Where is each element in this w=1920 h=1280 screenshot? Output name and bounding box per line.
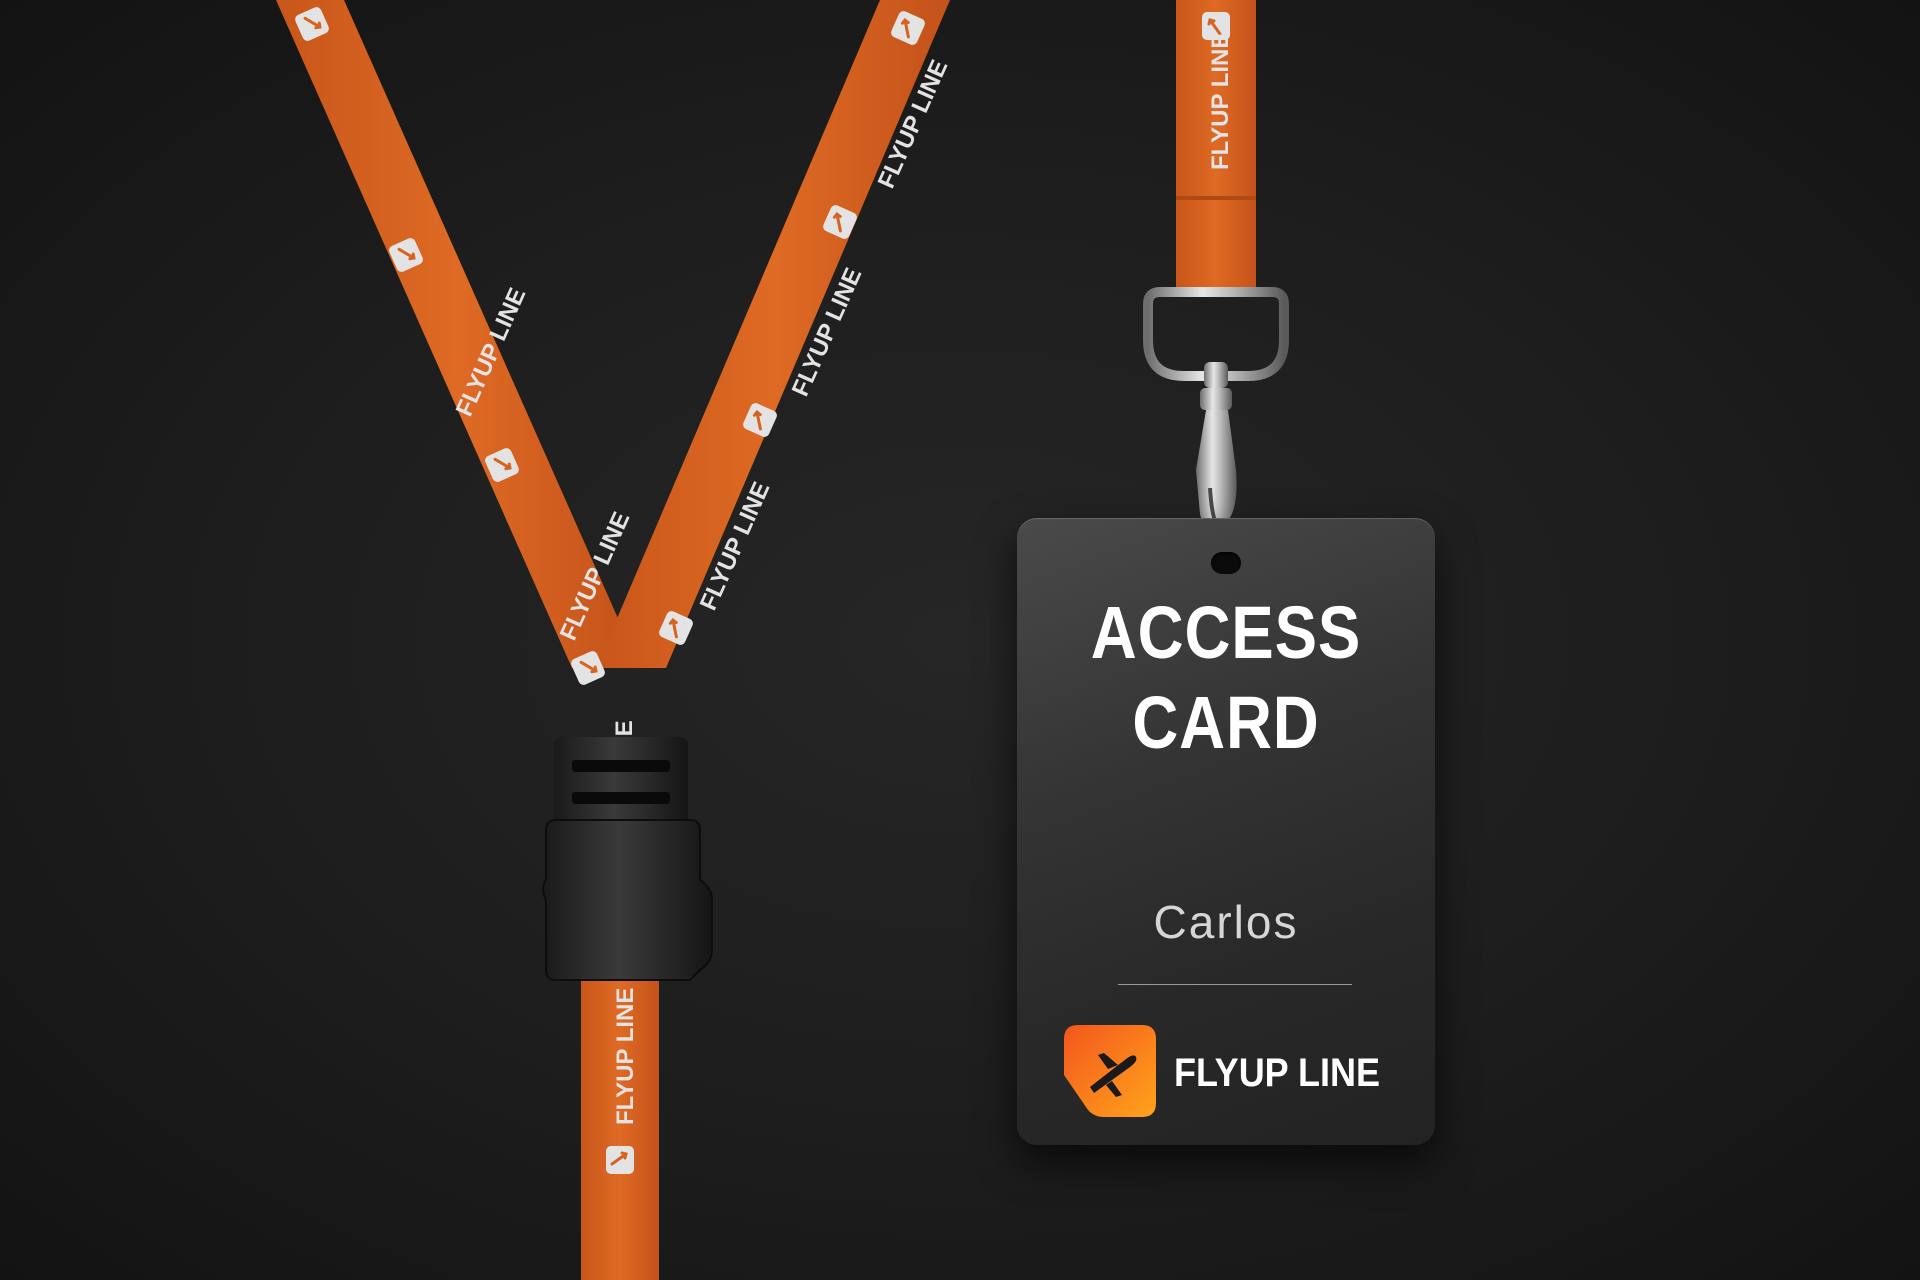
card-title-line1: ACCESS	[1090, 591, 1362, 674]
lanyard-strap-right-arm	[596, 0, 950, 668]
card-divider	[1118, 984, 1352, 985]
card-title-line2: CARD	[1132, 681, 1320, 764]
airplane-logo-icon	[1064, 1025, 1156, 1117]
lanyard-scene: FLYUP LINE FLYUP LINE FLYUP LINE FLYUP L…	[276, 0, 1289, 1280]
card-holder-name: Carlos	[1153, 896, 1299, 948]
strap-text-6: FLYUP LINE	[612, 988, 639, 1125]
buckle-bottom	[542, 819, 713, 981]
card-punch-slot	[1211, 552, 1241, 574]
card-brand-name: FLYUP LINE	[1174, 1051, 1381, 1095]
buckle-top	[554, 737, 688, 825]
swivel-hook	[1196, 362, 1237, 529]
strap-text-right: FLYUP LINE	[1207, 33, 1234, 170]
access-card: ACCESS CARD Carlos FLYUP LINE	[1017, 518, 1435, 1145]
